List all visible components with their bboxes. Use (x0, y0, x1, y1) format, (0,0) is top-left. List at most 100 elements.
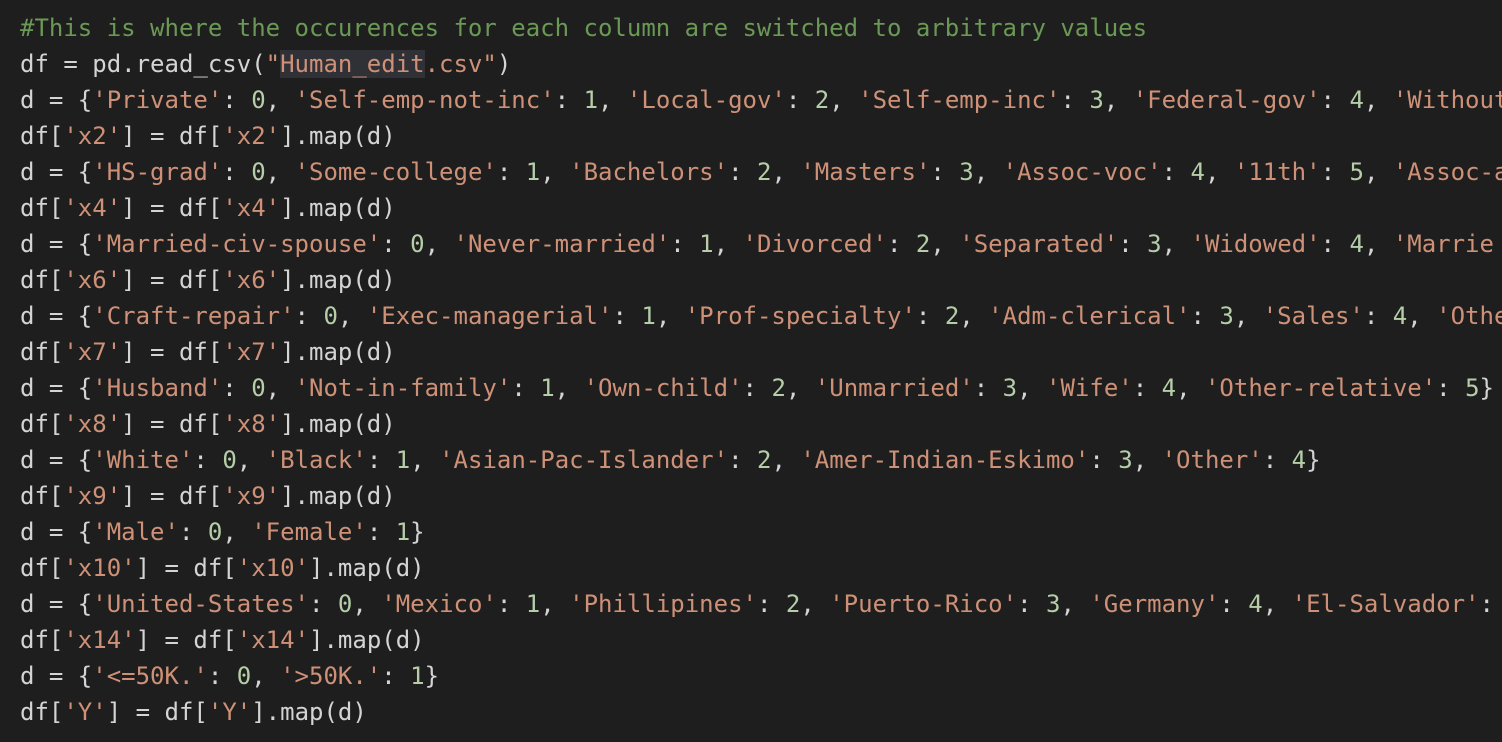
code-string: 'White' (92, 446, 194, 474)
code-text: df[ (20, 554, 64, 582)
code-text: d = { (20, 662, 93, 690)
code-number: 0 (251, 374, 266, 402)
code-string: 'Black' (265, 446, 367, 474)
code-string: 'Never-married' (453, 230, 671, 258)
code-text: d = { (20, 158, 93, 186)
code-text: : (178, 518, 208, 546)
code-text-area[interactable]: #This is where the occurences for each c… (20, 10, 1502, 730)
code-text: : (366, 446, 396, 474)
code-text: , (1262, 590, 1292, 618)
code-string: '>50K.' (280, 662, 382, 690)
code-text: : (294, 302, 324, 330)
code-text: , (265, 86, 295, 114)
code-number: 4 (1291, 446, 1307, 474)
code-text: ].map(d) (309, 626, 425, 654)
code-string: 'Sales' (1262, 302, 1364, 330)
code-line: d = {'<=50K.': 0, '>50K.': 1} (20, 658, 1502, 694)
code-string: 'Phillipines' (569, 590, 757, 618)
code-string: 'Self-emp-inc' (858, 86, 1061, 114)
code-text: ] = df[ (121, 410, 223, 438)
code-string: 'Amer-Indian-Eskimo' (800, 446, 1090, 474)
code-number: 5 (1349, 158, 1364, 186)
code-text: : (756, 590, 786, 618)
code-editor[interactable]: #This is where the occurences for each c… (0, 0, 1502, 742)
code-text: , (265, 374, 295, 402)
code-text: : (728, 446, 757, 474)
code-number: 3 (1118, 446, 1133, 474)
code-text: , (1363, 230, 1393, 258)
code-string: 'Local-gov' (626, 86, 786, 114)
code-string: 'x4' (63, 194, 122, 222)
code-text: ].map(d) (280, 194, 396, 222)
code-text: ].map(d) (309, 554, 425, 582)
code-number: 0 (207, 518, 223, 546)
code-string: 'Othe (1436, 302, 1502, 330)
code-number: 3 (1089, 86, 1104, 114)
code-line: df = pd.read_csv("Human_edit.csv") (20, 46, 1502, 82)
code-number: 3 (1147, 230, 1162, 258)
code-text: : (1262, 446, 1292, 474)
code-text: df[ (20, 482, 64, 510)
code-string: 'x4' (222, 194, 281, 222)
code-text: df[ (20, 698, 64, 726)
code-text: } (410, 518, 425, 546)
code-text: df[ (20, 194, 64, 222)
code-line: d = {'Male': 0, 'Female': 1} (20, 514, 1502, 550)
code-string: 'Female' (251, 518, 367, 546)
code-number: 1 (540, 374, 555, 402)
code-text: ].map(d) (280, 338, 396, 366)
code-text: : (1219, 590, 1249, 618)
code-line: d = {'Husband': 0, 'Not-in-family': 1, '… (20, 370, 1502, 406)
code-text: : (1017, 590, 1046, 618)
code-text: : (222, 158, 252, 186)
code-text: : (309, 590, 338, 618)
code-string: " (265, 50, 281, 78)
code-text: : (1363, 302, 1393, 330)
code-string: 'Germany' (1089, 590, 1220, 618)
code-string: 'Other-relative' (1204, 374, 1437, 402)
code-text: : (612, 302, 642, 330)
code-string: 'x6' (63, 266, 122, 294)
code-string: 'x8' (222, 410, 281, 438)
code-number: 2 (814, 86, 830, 114)
code-text: , (1233, 302, 1263, 330)
code-string: 'Craft-repair' (92, 302, 295, 330)
code-text: ].map(d) (251, 698, 367, 726)
code-line: df['x14'] = df['x14'].map(d) (20, 622, 1502, 658)
code-text: : (366, 518, 396, 546)
code-text: : (511, 374, 541, 402)
code-number: 1 (410, 662, 425, 690)
code-text: , (1161, 230, 1191, 258)
code-text: , (785, 374, 815, 402)
code-text: : (742, 374, 772, 402)
code-line: df['x6'] = df['x6'].map(d) (20, 262, 1502, 298)
code-number: 3 (1219, 302, 1234, 330)
code-line: d = {'HS-grad': 0, 'Some-college': 1, 'B… (20, 154, 1502, 190)
code-number: 2 (771, 374, 786, 402)
code-string: .csv" (424, 50, 497, 78)
code-text: d = { (20, 374, 93, 402)
code-text: : (1118, 230, 1148, 258)
code-string: 'x2' (63, 122, 122, 150)
code-string: 'x6' (222, 266, 281, 294)
code-text: , (930, 230, 960, 258)
code-number: 3 (1002, 374, 1018, 402)
code-text: df[ (20, 338, 64, 366)
code-text: , (222, 518, 252, 546)
code-string: Human_edit (280, 50, 425, 78)
code-text: , (771, 158, 801, 186)
code-text: , (337, 302, 367, 330)
code-text: , (1363, 158, 1393, 186)
code-text: : (381, 662, 411, 690)
code-number: 1 (699, 230, 714, 258)
code-text: : (1132, 374, 1162, 402)
code-string: 'Mexico' (381, 590, 497, 618)
code-line: df['Y'] = df['Y'].map(d) (20, 694, 1502, 730)
code-string: 'Without (1392, 86, 1502, 114)
code-string: 'Assoc-voc' (1002, 158, 1162, 186)
code-text: , (410, 446, 440, 474)
code-text: : (554, 86, 584, 114)
code-text: ] = df[ (121, 194, 223, 222)
code-text: , (713, 230, 743, 258)
code-string: 'Male' (92, 518, 179, 546)
